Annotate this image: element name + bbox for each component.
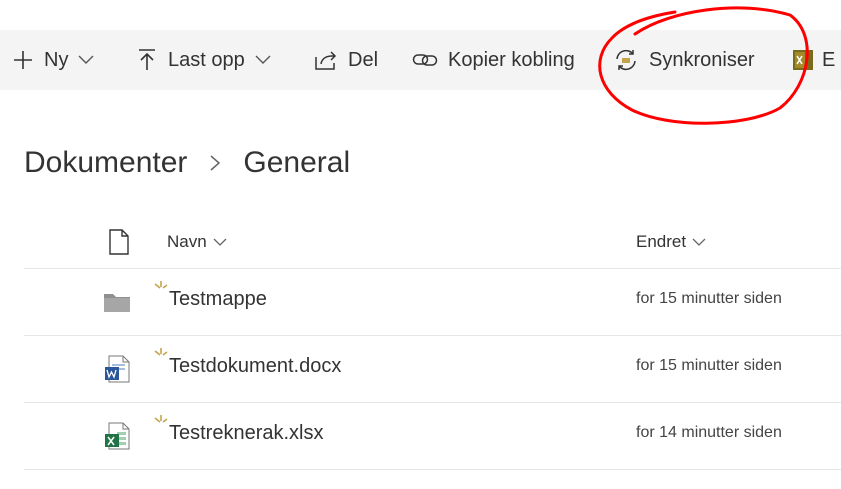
sync-button[interactable]: Synkroniser: [613, 30, 755, 90]
excel-icon: [792, 49, 814, 71]
name-header-label: Navn: [167, 232, 207, 251]
upload-label: Last opp: [168, 48, 245, 71]
modified-time: for 15 minutter siden: [636, 357, 782, 374]
link-icon: [412, 51, 438, 69]
file-name[interactable]: Testmappe: [169, 288, 267, 311]
file-name[interactable]: Testdokument.docx: [169, 355, 341, 378]
modified-time: for 15 minutter siden: [636, 290, 782, 307]
share-icon: [314, 49, 338, 71]
new-label: Ny: [44, 48, 69, 71]
table-row[interactable]: Testreknerak.xlsx for 14 minutter siden: [0, 402, 841, 468]
file-name[interactable]: Testreknerak.xlsx: [169, 422, 324, 445]
name-column-header[interactable]: Navn: [167, 222, 227, 262]
plus-icon: [12, 49, 34, 71]
modified-column-header[interactable]: Endret: [636, 222, 706, 262]
share-label: Del: [348, 48, 379, 71]
word-icon: [105, 355, 130, 383]
divider: [24, 469, 841, 470]
breadcrumb: Dokumenter General: [24, 141, 350, 185]
new-item-icon: [154, 415, 168, 423]
breadcrumb-current: General: [243, 146, 351, 179]
copy-link-label: Kopier kobling: [448, 48, 575, 71]
new-button[interactable]: Ny: [12, 30, 94, 90]
new-item-icon: [154, 348, 168, 356]
modified-header-label: Endret: [636, 232, 687, 251]
chevron-down-icon: [692, 238, 706, 247]
chevron-right-icon: [209, 154, 221, 172]
breadcrumb-root[interactable]: Dokumenter: [24, 146, 187, 180]
sync-icon: [613, 48, 639, 72]
document-icon: [109, 229, 129, 255]
table-row[interactable]: Testmappe for 15 minutter siden: [0, 268, 841, 334]
table-row[interactable]: Testdokument.docx for 15 minutter siden: [0, 335, 841, 401]
new-item-icon: [154, 281, 168, 289]
folder-icon: [104, 294, 130, 312]
sync-label: Synkroniser: [649, 48, 755, 71]
modified-time: for 14 minutter siden: [636, 424, 782, 441]
upload-icon: [136, 48, 158, 72]
chevron-down-icon: [78, 55, 94, 65]
excel-icon: [105, 422, 130, 450]
excel-label: E: [822, 48, 836, 71]
upload-button[interactable]: Last opp: [136, 30, 271, 90]
share-button[interactable]: Del: [314, 30, 378, 90]
command-bar: Ny Last opp Del Kopier kobling Synkronis…: [0, 30, 841, 90]
file-type-header[interactable]: [108, 222, 130, 262]
export-excel-button[interactable]: E: [792, 30, 835, 90]
chevron-down-icon: [255, 55, 271, 65]
chevron-down-icon: [213, 238, 227, 247]
copy-link-button[interactable]: Kopier kobling: [412, 30, 575, 90]
